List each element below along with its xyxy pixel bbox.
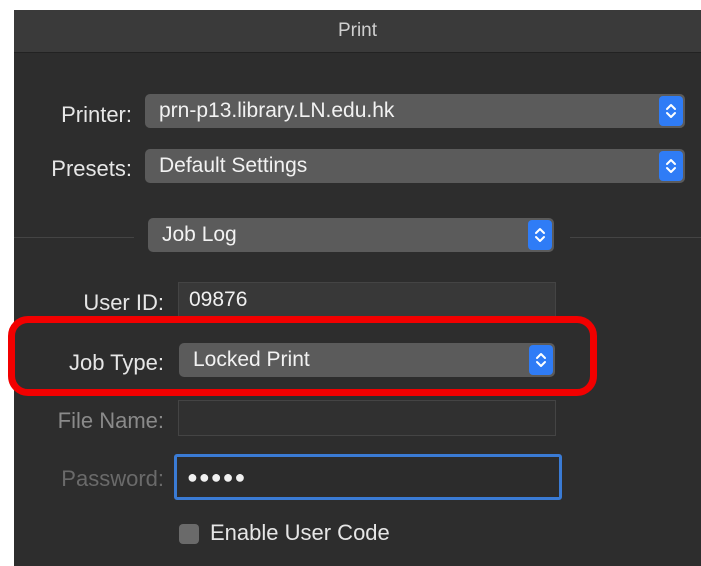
file-name-label: File Name: (57, 408, 164, 433)
print-dialog: Print Printer: prn-p13.library.LN.edu.hk… (14, 10, 701, 566)
chevron-up-down-icon (528, 220, 552, 250)
chevron-up-down-icon (659, 151, 683, 181)
printer-value: prn-p13.library.LN.edu.hk (159, 99, 395, 122)
user-code-label: Enable User Code (210, 520, 390, 545)
user-code-checkbox[interactable] (179, 524, 199, 544)
user-id-field[interactable]: 09876 (178, 282, 556, 318)
section-divider-right (570, 237, 701, 238)
chevron-up-down-icon (529, 345, 553, 375)
job-type-value: Locked Print (193, 348, 310, 371)
presets-label: Presets: (51, 156, 132, 181)
password-field[interactable]: ●●●●● (174, 454, 562, 500)
printer-popup[interactable]: prn-p13.library.LN.edu.hk (145, 94, 685, 128)
printer-label: Printer: (61, 102, 132, 127)
job-type-popup[interactable]: Locked Print (179, 343, 555, 377)
presets-popup[interactable]: Default Settings (145, 149, 685, 183)
presets-value: Default Settings (159, 154, 308, 177)
file-name-field[interactable] (178, 400, 556, 436)
job-type-label: Job Type: (69, 350, 164, 375)
password-label: Password: (61, 466, 164, 491)
section-value: Job Log (162, 223, 237, 246)
section-popup[interactable]: Job Log (148, 218, 554, 252)
window-title: Print (14, 10, 701, 53)
user-id-label: User ID: (83, 290, 164, 315)
section-divider-left (14, 237, 134, 238)
chevron-up-down-icon (659, 96, 683, 126)
